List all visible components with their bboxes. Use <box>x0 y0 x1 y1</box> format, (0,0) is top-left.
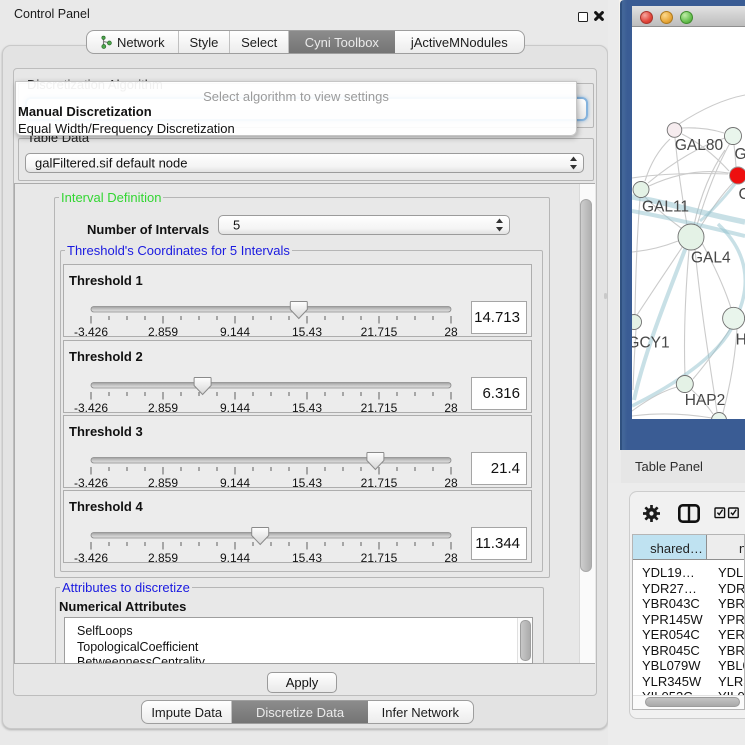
svg-text:-3.426: -3.426 <box>74 401 108 413</box>
svg-text:2.859: 2.859 <box>148 551 178 563</box>
svg-text:15.43: 15.43 <box>292 325 322 337</box>
svg-text:9.144: 9.144 <box>220 551 250 563</box>
svg-text:9.144: 9.144 <box>220 476 250 488</box>
svg-text:21.715: 21.715 <box>361 476 398 488</box>
svg-text:9.144: 9.144 <box>220 325 250 337</box>
svg-text:15.43: 15.43 <box>292 551 322 563</box>
svg-text:GCY1: GCY1 <box>632 335 670 352</box>
svg-text:28: 28 <box>444 551 458 563</box>
svg-text:21.715: 21.715 <box>361 401 398 413</box>
svg-text:GAL80: GAL80 <box>675 137 724 154</box>
svg-text:-3.426: -3.426 <box>74 476 108 488</box>
svg-text:15.43: 15.43 <box>292 401 322 413</box>
svg-text:2.859: 2.859 <box>148 401 178 413</box>
svg-text:GAL11: GAL11 <box>642 199 689 216</box>
svg-text:GAL4: GAL4 <box>691 250 731 267</box>
svg-text:-3.426: -3.426 <box>74 325 108 337</box>
svg-text:28: 28 <box>444 325 458 337</box>
svg-text:-3.426: -3.426 <box>74 551 108 563</box>
svg-text:HAP2: HAP2 <box>685 392 726 409</box>
svg-text:H: H <box>736 332 745 349</box>
svg-text:GAL1: GAL1 <box>735 146 745 163</box>
svg-text:2.859: 2.859 <box>148 325 178 337</box>
svg-text:15.43: 15.43 <box>292 476 322 488</box>
svg-text:CR: CR <box>739 186 745 203</box>
svg-text:2.859: 2.859 <box>148 476 178 488</box>
svg-text:21.715: 21.715 <box>361 325 398 337</box>
svg-text:28: 28 <box>444 401 458 413</box>
svg-text:9.144: 9.144 <box>220 401 250 413</box>
svg-text:28: 28 <box>444 476 458 488</box>
svg-text:21.715: 21.715 <box>361 551 398 563</box>
